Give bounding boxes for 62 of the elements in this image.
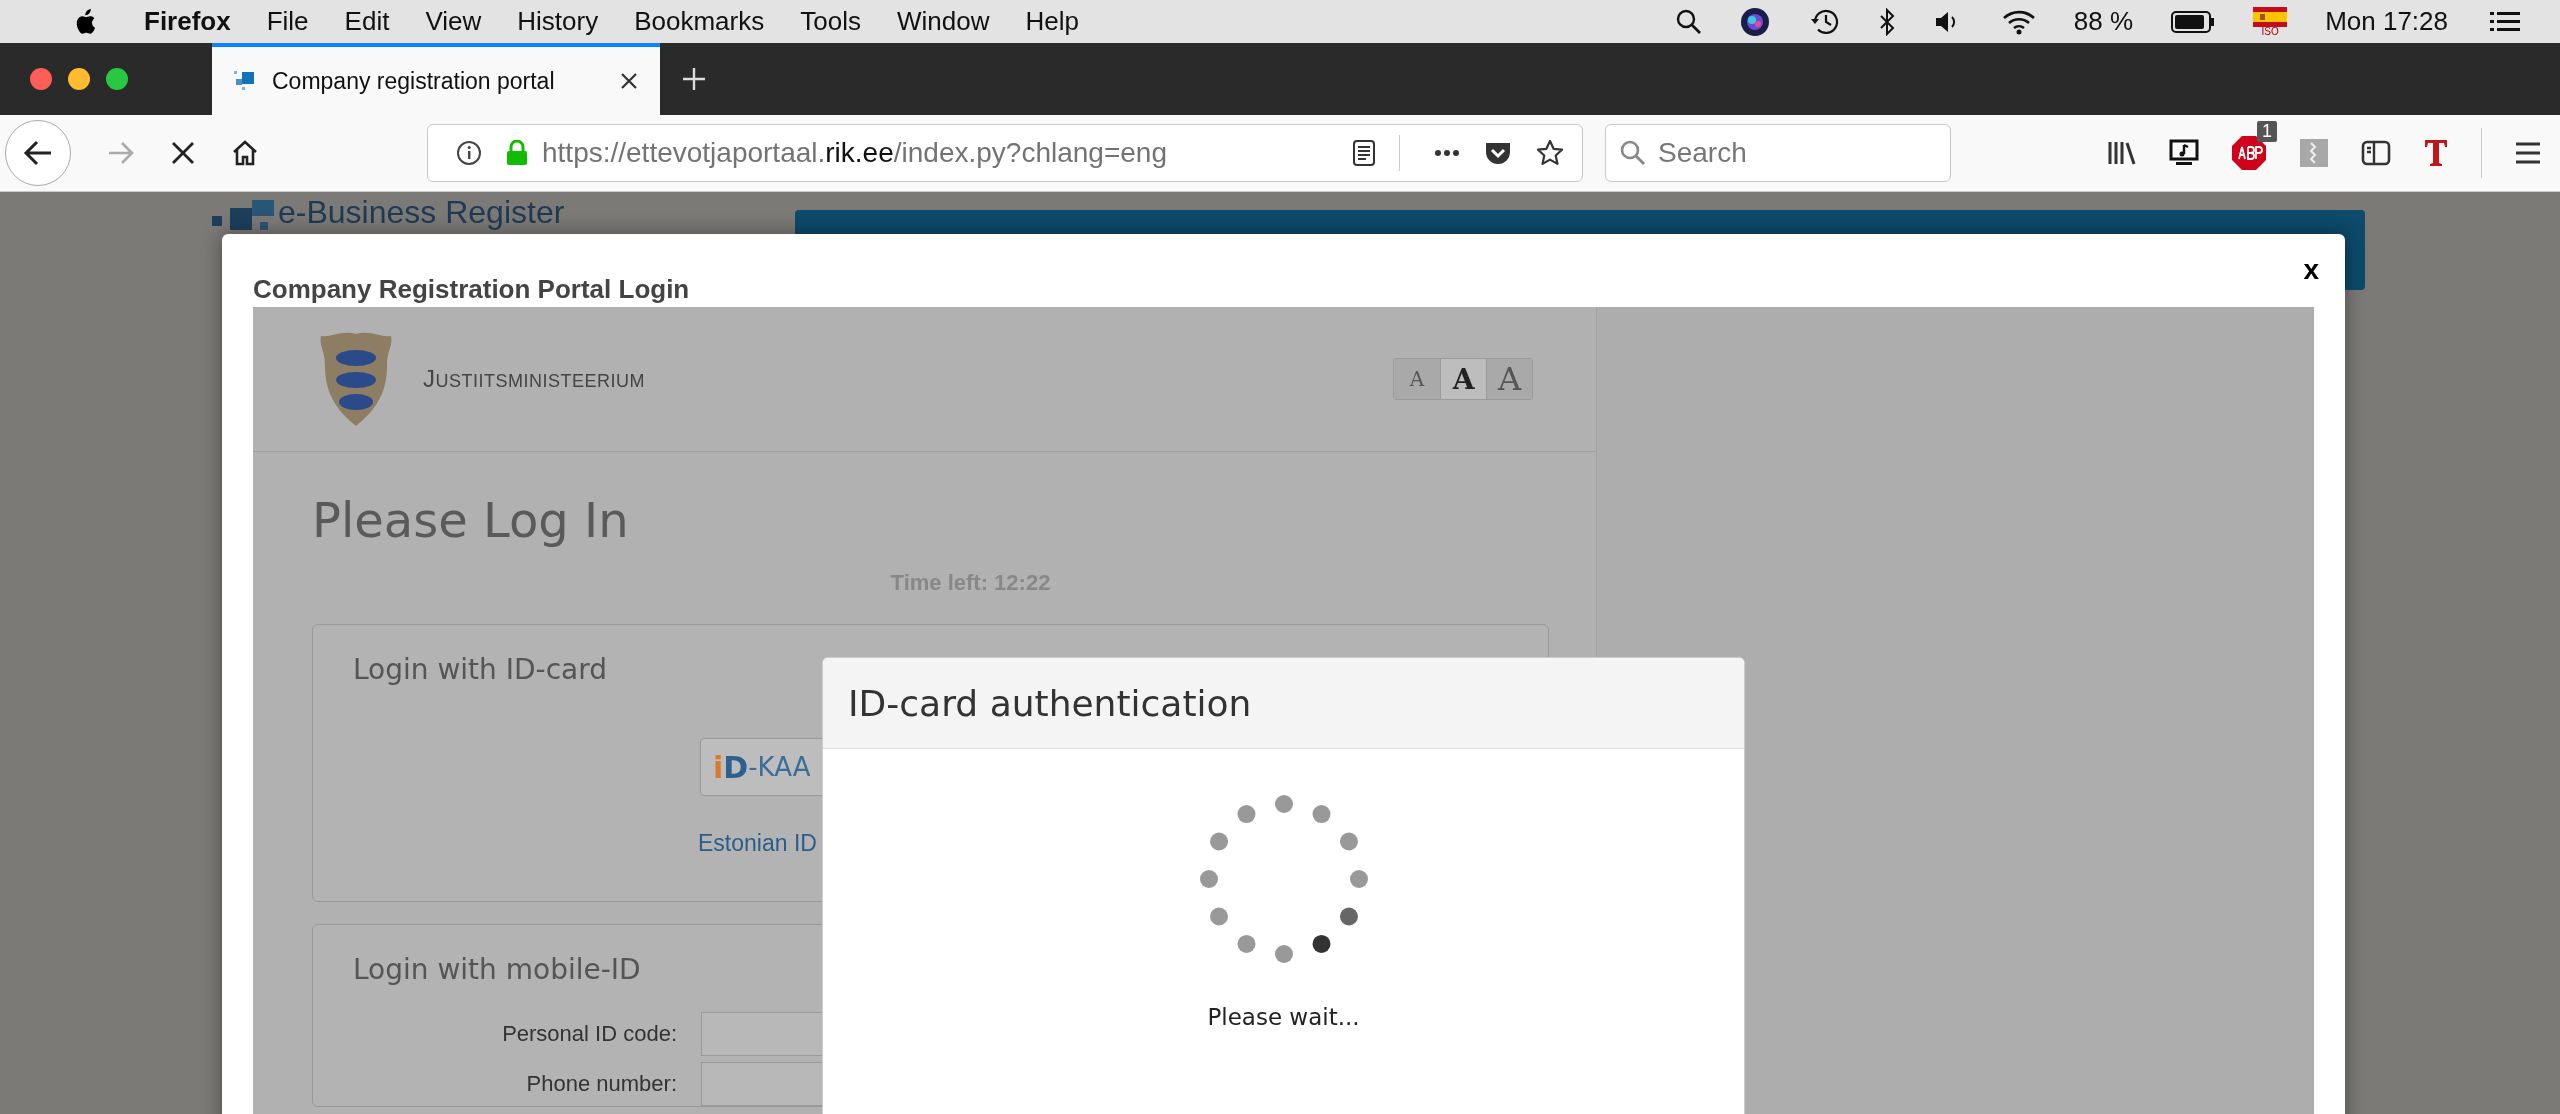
stop-icon[interactable] (171, 141, 195, 165)
menu-item[interactable]: View (425, 6, 482, 37)
home-icon[interactable] (231, 139, 259, 167)
close-icon[interactable] (620, 72, 638, 90)
new-tab-icon[interactable] (682, 67, 706, 91)
orb-icon[interactable] (1739, 6, 1770, 37)
status-message: Please wait... (1207, 1004, 1360, 1030)
squares-logo-icon (212, 200, 274, 230)
menu-item[interactable]: Tools (800, 6, 861, 37)
battery-percentage: 88 % (2073, 6, 2134, 37)
monitor-icon[interactable] (2169, 139, 2199, 167)
battery-icon[interactable] (2171, 10, 2216, 33)
modal-title: Company Registration Portal Login (253, 274, 690, 305)
menu-item[interactable]: Bookmarks (634, 6, 765, 37)
menu-icon[interactable] (2514, 141, 2542, 165)
menu-item[interactable]: Window (896, 6, 990, 37)
menu-item[interactable]: File (266, 6, 309, 37)
menu-item[interactable]: Help (1025, 6, 1079, 37)
notification-badge: 1 (2257, 121, 2277, 142)
search-icon (1620, 140, 1646, 166)
pocket-icon[interactable] (1484, 140, 1512, 166)
minimize-window-button[interactable] (68, 68, 90, 90)
browser-tab[interactable]: Company registration portal (212, 43, 660, 115)
library-icon[interactable] (2107, 139, 2137, 167)
ministry-name: JUSTIITSMINISTEERIUM (423, 365, 645, 393)
apple-icon[interactable] (74, 8, 96, 35)
font-size-button[interactable]: A (1440, 359, 1486, 399)
back-arrow-icon (23, 139, 53, 167)
menu-item[interactable]: Edit (344, 6, 390, 37)
field-label: Personal ID code: (501, 1021, 678, 1047)
input-source-label: ISO (2261, 26, 2279, 37)
field-label: Phone number: (525, 1071, 678, 1097)
star-icon[interactable] (1536, 139, 1564, 167)
search-field[interactable]: Search (1605, 124, 1951, 182)
stop-sign-icon[interactable] (2231, 135, 2267, 171)
site-title: e-Business Register (278, 194, 565, 230)
list-icon[interactable] (2490, 10, 2520, 33)
lock-icon[interactable] (506, 140, 528, 166)
address-bar[interactable]: https://ettevotjaportaal.rik.ee/index.py?chlang=eng (427, 124, 1583, 182)
search-icon[interactable] (1675, 8, 1702, 35)
bluetooth-icon[interactable] (1877, 7, 1896, 36)
spinner-icon (1198, 794, 1369, 964)
sidebar-icon[interactable] (2361, 140, 2391, 166)
squares-icon (234, 70, 256, 92)
more-icon[interactable] (1434, 149, 1460, 157)
section-title: Login with ID-card (353, 653, 608, 686)
section-title: Login with mobile-ID (353, 953, 642, 986)
reader-view-icon[interactable] (1353, 140, 1375, 166)
serif-t-icon[interactable] (2423, 138, 2449, 168)
zoom-window-button[interactable] (106, 68, 128, 90)
wifi-icon[interactable] (2001, 8, 2036, 35)
app-menu[interactable]: Firefox (144, 6, 231, 37)
menu-item[interactable]: History (517, 6, 599, 37)
close-window-button[interactable] (30, 68, 52, 90)
clock[interactable]: Mon 17:28 (2325, 6, 2448, 37)
search-placeholder: Search (1658, 137, 1747, 169)
dialog-title: ID-card authentication (848, 682, 1252, 724)
url-text: https://ettevotjaportaal.rik.ee/index.py?chlang=eng (542, 137, 1167, 169)
page-heading: Please Log In (312, 492, 630, 548)
info-icon[interactable] (456, 140, 482, 166)
flag-icon[interactable] (2253, 6, 2288, 27)
close-button[interactable]: x (2303, 254, 2319, 286)
